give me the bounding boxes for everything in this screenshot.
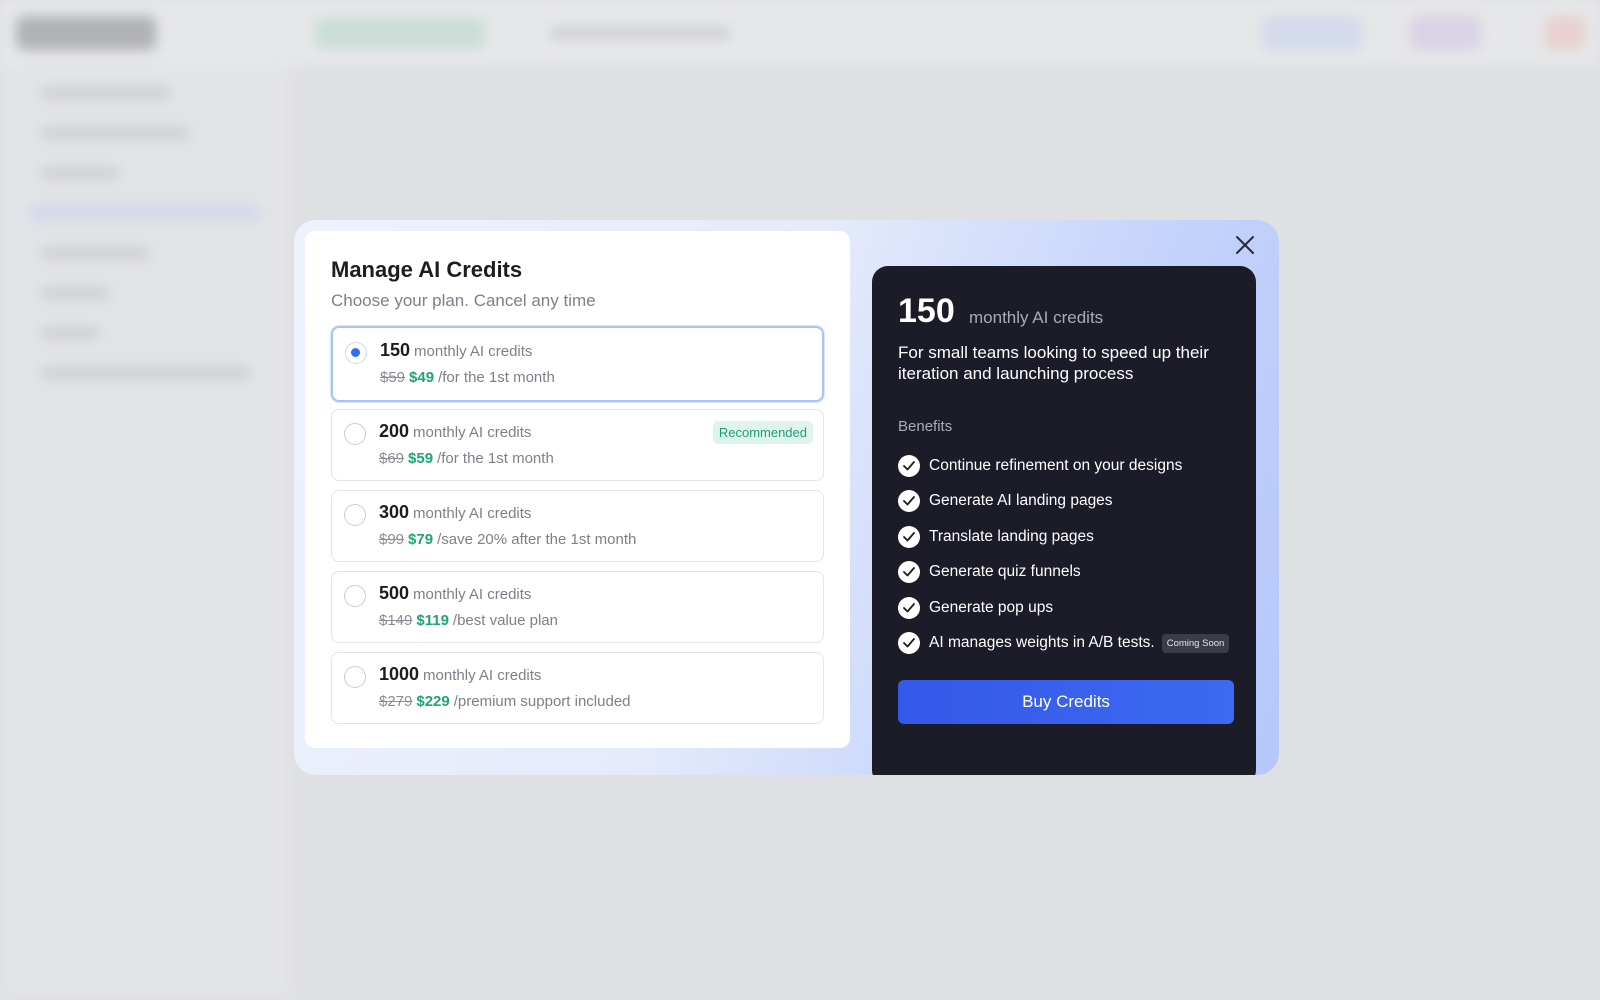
plan-new-price: $49 [409,369,435,386]
radio-button[interactable] [344,585,366,607]
plan-credits-line: 150 monthly AI credits [380,340,532,361]
radio-button[interactable] [344,504,366,526]
plan-option-1000[interactable]: 1000 monthly AI credits $279 $229/premium … [331,652,824,724]
plan-unit: monthly AI credits [423,667,542,684]
plan-option-300[interactable]: 300 monthly AI credits $99 $79/save 20% af… [331,490,824,562]
plan-old-price: $69 [379,450,405,467]
plan-price-line: $149 $119/best value plan [379,612,558,629]
check-icon [898,490,920,513]
summary-unit: monthly AI credits [969,308,1104,327]
benefit-list: Continue refinement on your designs Gene… [898,448,1238,661]
coming-soon-badge: Coming Soon [1161,633,1230,653]
benefit-item: Translate landing pages [898,519,1238,555]
plan-credits-line: 300 monthly AI credits [379,502,531,523]
benefit-text: Translate landing pages [929,527,1094,545]
recommended-badge: Recommended [712,421,813,444]
plan-old-price: $59 [380,369,406,386]
radio-button[interactable] [344,666,366,688]
summary-description: For small teams looking to speed up thei… [898,343,1209,383]
check-icon [898,561,920,584]
benefit-item: Generate quiz funnels [898,555,1238,591]
plan-note: /for the 1st month [437,450,554,467]
buy-credits-button[interactable]: Buy Credits [898,680,1234,724]
manage-credits-modal: Manage AI Credits Choose your plan. Canc… [294,220,1279,775]
benefits-heading: Benefits [898,418,953,435]
plan-unit: monthly AI credits [413,505,532,522]
plan-credits: 150 [380,340,411,360]
plan-option-200[interactable]: 200 monthly AI credits $69 $59/for the 1st… [331,409,824,481]
check-icon [898,454,920,477]
close-button[interactable] [1232,232,1258,258]
benefit-text: Continue refinement on your designs [929,456,1183,474]
plan-credits-line: 200 monthly AI credits [379,421,531,442]
plan-new-price: $79 [408,531,434,548]
plan-credits: 500 [379,583,410,603]
modal-title: Manage AI Credits [331,257,523,282]
benefit-text: Generate pop ups [929,598,1054,616]
benefit-item: Generate pop ups [898,590,1238,626]
plan-old-price: $279 [379,693,413,710]
plan-price-line: $59 $49/for the 1st month [380,369,555,386]
plan-price-line: $99 $79/save 20% after the 1st month [379,531,636,548]
plan-old-price: $99 [379,531,405,548]
plan-credits-line: 1000 monthly AI credits [379,664,541,685]
radio-button[interactable] [344,423,366,445]
plan-summary-panel: 150 monthly AI credits For small teams l… [872,266,1256,775]
check-icon [898,632,920,655]
benefit-item: Continue refinement on your designs [898,448,1238,484]
plan-unit: monthly AI credits [413,424,532,441]
benefit-text: Generate quiz funnels [929,563,1081,581]
modal-overlay: Manage AI Credits Choose your plan. Canc… [0,0,1600,1000]
check-icon [898,525,920,548]
benefit-text: Generate AI landing pages [929,492,1113,510]
plan-credits: 300 [379,502,410,522]
plan-note: /save 20% after the 1st month [437,531,637,548]
summary-credits: 150 [898,292,955,330]
benefit-text: AI manages weights in A/B tests. [929,634,1155,652]
plan-old-price: $149 [379,612,413,629]
plan-new-price: $119 [416,612,449,629]
plan-unit: monthly AI credits [413,586,532,603]
plan-note: /best value plan [452,612,558,629]
radio-button-selected[interactable] [345,342,367,364]
plan-new-price: $59 [408,450,434,467]
plan-unit: monthly AI credits [414,343,533,360]
plan-option-150[interactable]: 150 monthly AI credits $59 $49/for the 1st… [331,326,824,402]
plan-price-line: $279 $229/premium support included [379,693,631,710]
plan-selection-panel: Manage AI Credits Choose your plan. Canc… [305,231,850,748]
plan-price-line: $69 $59/for the 1st month [379,450,554,467]
modal-subtitle: Choose your plan. Cancel any time [331,291,596,310]
radio-dot [351,348,360,357]
plan-credits: 200 [379,421,410,441]
check-icon [898,596,920,619]
plan-list: 150 monthly AI credits $59 $49/for the 1st… [331,326,824,733]
benefit-item: AI manages weights in A/B tests. Coming … [898,626,1238,662]
plan-new-price: $229 [416,693,450,710]
plan-credits-line: 500 monthly AI credits [379,583,531,604]
benefit-item: Generate AI landing pages [898,484,1238,520]
plan-credits: 1000 [379,664,420,684]
plan-option-500[interactable]: 500 monthly AI credits $149 $119/best valu… [331,571,824,643]
close-icon [1236,236,1254,254]
plan-note: /premium support included [453,693,631,710]
plan-note: /for the 1st month [438,369,555,386]
